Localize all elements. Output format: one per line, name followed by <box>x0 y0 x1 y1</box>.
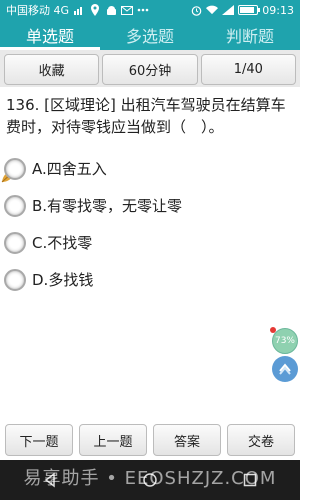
option-b[interactable]: B.有零找零，无零让零 <box>0 187 300 224</box>
clock-label: 09:13 <box>262 3 294 17</box>
status-bar: 中国移动 4G 09:13 <box>0 0 300 20</box>
timer-button[interactable]: 60分钟 <box>102 54 198 85</box>
radio-button[interactable] <box>4 157 26 180</box>
option-label: C.不找零 <box>32 234 93 252</box>
tab-single-choice[interactable]: 单选题 <box>0 20 100 50</box>
option-d[interactable]: D.多找钱 <box>0 261 300 298</box>
submit-exam-button[interactable]: 交卷 <box>227 424 295 456</box>
option-label: B.有零找零，无零让零 <box>32 197 183 215</box>
tab-multiple-choice[interactable]: 多选题 <box>100 20 200 50</box>
system-navigation-bar <box>0 460 300 500</box>
radio-button[interactable] <box>4 231 26 254</box>
radio-button[interactable] <box>4 268 26 291</box>
status-bar-right: 09:13 <box>190 4 294 17</box>
option-label: A.四舍五入 <box>32 160 107 178</box>
location-icon <box>89 4 101 16</box>
toolbar: 收藏 60分钟 1/40 <box>0 50 300 87</box>
progress-button[interactable]: 1/40 <box>200 54 296 85</box>
mail-icon <box>121 4 134 16</box>
answer-options: A.四舍五入 B.有零找零，无零让零 C.不找零 D.多找钱 <box>0 150 300 298</box>
tab-true-false[interactable]: 判断题 <box>200 20 300 50</box>
radio-button[interactable] <box>4 194 26 217</box>
bottom-action-bar: 下一题 上一题 答案 交卷 <box>0 420 300 460</box>
more-icon <box>137 4 149 16</box>
carrier-label: 中国移动 4G <box>6 4 70 17</box>
battery-fill <box>240 7 255 13</box>
question-type-tabs: 单选题 多选题 判断题 <box>0 20 300 50</box>
previous-question-button[interactable]: 上一题 <box>79 424 147 456</box>
status-bar-left: 中国移动 4G <box>6 2 149 18</box>
floating-assistant-icon[interactable] <box>272 356 298 382</box>
cell-signal-icon <box>222 4 235 16</box>
option-label: D.多找钱 <box>32 271 94 289</box>
battery-icon <box>238 5 261 15</box>
next-question-button[interactable]: 下一题 <box>5 424 73 456</box>
back-icon[interactable] <box>40 470 60 490</box>
signal-icon <box>73 4 85 16</box>
option-a[interactable]: A.四舍五入 <box>0 150 300 187</box>
answer-button[interactable]: 答案 <box>153 424 221 456</box>
favorite-button[interactable]: 收藏 <box>4 54 100 85</box>
wifi-icon <box>206 4 219 16</box>
speed-booster-widget[interactable]: 73% <box>272 328 298 354</box>
alarm-icon <box>190 4 202 16</box>
option-c[interactable]: C.不找零 <box>0 224 300 261</box>
recent-apps-icon[interactable] <box>240 470 260 490</box>
android-icon <box>105 4 117 16</box>
home-icon[interactable] <box>140 470 160 490</box>
question-text: 136. [区域理论] 出租汽车驾驶员在结算车费时，对待零钱应当做到（ ）。 <box>6 96 286 136</box>
